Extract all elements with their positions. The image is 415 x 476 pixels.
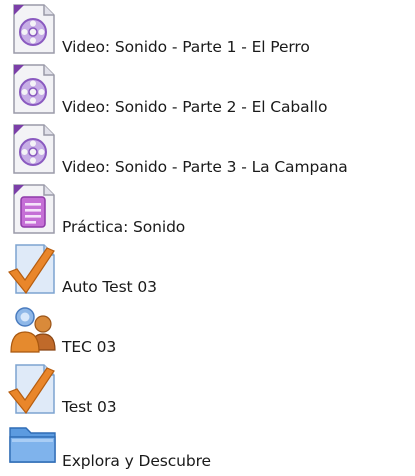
activity-label: Práctica: Sonido: [62, 218, 186, 236]
activity-list: Video: Sonido - Parte 1 - El Perro Video…: [0, 0, 415, 476]
video-resource-icon: [6, 2, 60, 56]
activity-video-part-3[interactable]: Video: Sonido - Parte 3 - La Campana: [0, 122, 415, 182]
quiz-check-icon: [6, 362, 60, 416]
activity-label: Video: Sonido - Parte 2 - El Caballo: [62, 98, 328, 116]
activity-label: Video: Sonido - Parte 1 - El Perro: [62, 38, 310, 56]
practice-document-icon: [6, 182, 60, 236]
activity-auto-test-03[interactable]: Auto Test 03: [0, 242, 415, 302]
activity-video-part-2[interactable]: Video: Sonido - Parte 2 - El Caballo: [0, 62, 415, 122]
activity-practice-sound[interactable]: Práctica: Sonido: [0, 182, 415, 242]
activity-label: Explora y Descubre: [62, 452, 211, 470]
activity-test-03[interactable]: Test 03: [0, 362, 415, 422]
users-group-icon: [6, 302, 60, 356]
activity-video-part-1[interactable]: Video: Sonido - Parte 1 - El Perro: [0, 2, 415, 62]
quiz-check-icon: [6, 242, 60, 296]
activity-label: Auto Test 03: [62, 278, 157, 296]
activity-tec-03[interactable]: TEC 03: [0, 302, 415, 362]
activity-explora-descubre[interactable]: Explora y Descubre: [0, 416, 415, 476]
video-resource-icon: [6, 62, 60, 116]
video-resource-icon: [6, 122, 60, 176]
activity-label: Test 03: [62, 398, 117, 416]
activity-label: TEC 03: [62, 338, 117, 356]
activity-label: Video: Sonido - Parte 3 - La Campana: [62, 158, 348, 176]
folder-icon: [6, 416, 60, 470]
